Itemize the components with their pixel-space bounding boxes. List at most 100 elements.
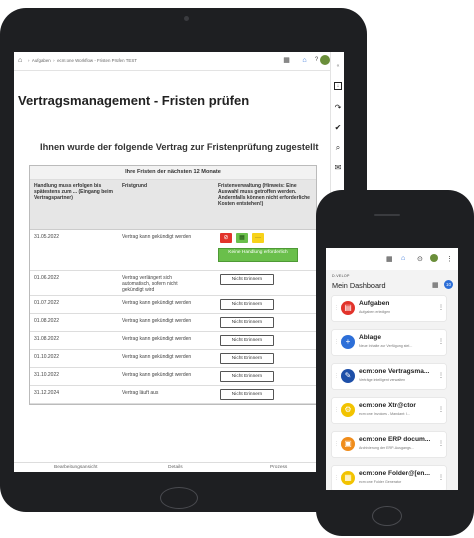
not-remind-button[interactable]: Nicht Erinnern: [220, 299, 274, 310]
brand-logo: D.VELOP: [332, 274, 350, 278]
tab-details[interactable]: Details: [168, 465, 183, 470]
row-date: 01.08.2022: [34, 318, 60, 324]
page-title: Vertragsmanagement - Fristen prüfen: [18, 93, 250, 108]
deadlines-table: Ihre Fristen der nächsten 12 Monate Hand…: [29, 165, 317, 405]
dashboard-card[interactable]: ⋮⋮ ▣ ecm:one ERP docum... Archivierung der …: [332, 432, 446, 457]
row-reason: Vertrag kann gekündigt werden: [122, 300, 192, 306]
row-reason: Vertrag läuft aus: [122, 390, 159, 396]
download-icon[interactable]: ↓: [334, 82, 342, 90]
more-options-icon[interactable]: ···: [252, 233, 264, 243]
table-row: 01.08.2022 Vertrag kann gekündigt werden N…: [30, 314, 316, 332]
table-row: 01.10.2022 Vertrag kann gekündigt werden N…: [30, 350, 316, 368]
cancel-contract-icon[interactable]: ⊘: [220, 233, 232, 243]
card-menu-icon[interactable]: ⋮: [438, 474, 444, 481]
gift-icon[interactable]: ⌂: [300, 56, 309, 65]
card-subtitle: Verträge intelligent verwalten: [359, 378, 406, 382]
home-icon[interactable]: ⌂: [18, 57, 22, 64]
not-remind-button[interactable]: Nicht Erinnern: [220, 335, 274, 346]
table-row: 31.10.2022 Vertrag kann gekündigt werden N…: [30, 368, 316, 386]
tablet-screen: ⌂ › Aufgaben › ecm:one Workflow - Friste…: [14, 52, 344, 472]
row-date: 01.10.2022: [34, 354, 60, 360]
card-menu-icon[interactable]: ⋮: [438, 304, 444, 311]
breadcrumb: › Aufgaben › ecm:one Workflow - Fristen …: [28, 58, 137, 63]
card-menu-icon[interactable]: ⋮: [438, 406, 444, 413]
table-row: 01.07.2022 Vertrag kann gekündigt werden N…: [30, 296, 316, 314]
gift-icon[interactable]: ⌂: [401, 255, 405, 262]
no-action-button[interactable]: Keine Handlung erforderlich: [218, 248, 298, 262]
dashboard-card[interactable]: ⋮⋮ ▤ Aufgaben Aufgaben erledigen ⋮: [332, 296, 446, 321]
card-title: ecm:one ERP docum...: [359, 436, 431, 443]
tablet-home-button[interactable]: [160, 487, 198, 509]
row-date: 31.08.2022: [34, 336, 60, 342]
menu-icon[interactable]: ⋮: [446, 255, 453, 263]
tablet-device: ⌂ › Aufgaben › ecm:one Workflow - Friste…: [0, 8, 367, 512]
not-remind-button[interactable]: Nicht Erinnern: [220, 317, 274, 328]
not-remind-button[interactable]: Nicht Erinnern: [220, 274, 274, 285]
row-date: 01.06.2022: [34, 275, 60, 281]
table-row: 31.08.2022 Vertrag kann gekündigt werden N…: [30, 332, 316, 350]
header-deadline: Handlung muss erfolgen bis spätestens zu…: [34, 183, 113, 201]
not-remind-button[interactable]: Nicht Erinnern: [220, 389, 274, 400]
table-row: 01.06.2022 Vertrag verlängert sich automa…: [30, 271, 316, 296]
notification-badge: 10: [444, 280, 453, 289]
card-title: Ablage: [359, 334, 381, 341]
card-title: ecm:one Vertragsma...: [359, 368, 430, 375]
grid-view-icon[interactable]: ▦: [432, 281, 439, 289]
page-subtitle: Ihnen wurde der folgende Vertrag zur Fri…: [40, 142, 319, 152]
phone-device: ▦ ⌂ ⊙ ⋮ D.VELOP Mein Dashboard ▦ + ⋮ ⋮ ▤ Au…: [316, 190, 474, 536]
table-header: Handlung muss erfolgen bis spätestens zu…: [30, 180, 316, 230]
phone-speaker: [374, 214, 400, 216]
header-management: Fristenverwaltung (Hinweis: Eine Auswahl…: [218, 183, 310, 207]
checkmark-icon[interactable]: ✔: [334, 124, 342, 132]
dashboard-card[interactable]: ⋮⋮ ▦ ecm:one Folder@[en... ecm:one Folder G…: [332, 466, 446, 490]
breadcrumb-item-aufgaben[interactable]: Aufgaben: [32, 58, 51, 63]
card-menu-icon[interactable]: ⋮: [438, 440, 444, 447]
erp-icon: ▣: [341, 437, 355, 451]
not-remind-button[interactable]: Nicht Erinnern: [220, 353, 274, 364]
row-date: 31.10.2022: [34, 372, 60, 378]
row-reason: Vertrag kann gekündigt werden: [122, 354, 192, 360]
tab-process[interactable]: Prozess: [270, 465, 287, 470]
header-reason: Fristgrund: [122, 183, 147, 189]
calendar-icon[interactable]: ▦: [236, 233, 248, 243]
dashboard-card[interactable]: ⋮⋮ ✎ ecm:one Vertragsma... Verträge intelli…: [332, 364, 446, 389]
attachment-icon[interactable]: ⌕: [334, 144, 342, 152]
mail-icon[interactable]: ✉: [334, 164, 342, 172]
folder-icon: ▦: [341, 471, 355, 485]
card-subtitle: Neue Inhalte zur Verfügung stel...: [359, 344, 413, 348]
table-rows: 01.06.2022 Vertrag verlängert sich automa…: [30, 271, 316, 404]
not-remind-button[interactable]: Nicht Erinnern: [220, 371, 274, 382]
dashboard-card[interactable]: ⋮⋮ ⚙ ecm:one Xtr@ctor ecm:one Invoices - Ma…: [332, 398, 446, 423]
card-menu-icon[interactable]: ⋮: [438, 372, 444, 379]
phone-home-button[interactable]: [372, 506, 402, 526]
avatar[interactable]: [320, 55, 330, 65]
row-reason: Vertrag kann gekündigt werden: [122, 318, 192, 324]
table-row: 31.05.2022 Vertrag kann gekündigt werden…: [30, 230, 316, 271]
tasks-icon: ▤: [341, 301, 355, 315]
share-icon[interactable]: ↷: [334, 104, 342, 112]
top-bar: ⌂ › Aufgaben › ecm:one Workflow - Friste…: [14, 52, 330, 71]
dashboard-card[interactable]: ⋮⋮ + Ablage Neue Inhalte zur Verfügung stel…: [332, 330, 446, 355]
card-title: Aufgaben: [359, 300, 390, 307]
breadcrumb-item-workflow[interactable]: ecm:one Workflow - Fristen Prüfen TEST: [57, 58, 137, 63]
collapse-icon[interactable]: «: [334, 62, 342, 70]
add-icon: +: [341, 335, 355, 349]
extractor-icon: ⚙: [341, 403, 355, 417]
table-row: 31.12.2024 Vertrag läuft aus Nicht Erinner…: [30, 386, 316, 404]
card-title: ecm:one Xtr@ctor: [359, 402, 416, 409]
table-title: Ihre Fristen der nächsten 12 Monate: [30, 166, 316, 180]
phone-top-bar: ▦ ⌂ ⊙ ⋮: [326, 248, 458, 270]
apps-grid-icon[interactable]: ▦: [386, 255, 393, 263]
row-date: 31.05.2022: [34, 234, 60, 240]
card-subtitle: ecm:one Folder Generator: [359, 480, 402, 484]
card-subtitle: Aufgaben erledigen: [359, 310, 391, 314]
row-reason: Vertrag kann gekündigt werden: [122, 336, 192, 342]
row-date: 01.07.2022: [34, 300, 60, 306]
apps-grid-icon[interactable]: ▦: [282, 56, 291, 65]
tab-edit-view[interactable]: Bearbeitungsansicht: [54, 465, 97, 470]
card-subtitle: Archivierung der ERP-Ausgangs...: [359, 446, 414, 450]
help-icon[interactable]: ⊙: [417, 255, 423, 263]
card-menu-icon[interactable]: ⋮: [438, 338, 444, 345]
avatar[interactable]: [430, 254, 438, 262]
row-reason: Vertrag verlängert sich automatisch, sof…: [122, 275, 178, 293]
